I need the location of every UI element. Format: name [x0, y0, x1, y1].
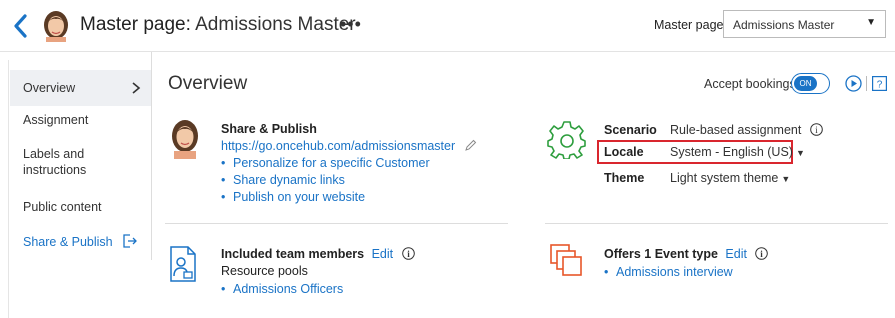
more-options-icon[interactable]: •••	[340, 14, 362, 35]
locale-label: Locale	[604, 145, 644, 159]
share-publish-title: Share & Publish	[221, 122, 317, 136]
sidebar-item-public-content[interactable]: Public content	[23, 199, 164, 215]
info-icon[interactable]: i	[755, 247, 769, 260]
share-arrow-icon	[123, 234, 138, 248]
resource-pool-list: Admissions Officers	[221, 281, 343, 298]
page-title-prefix: Master page:	[80, 14, 196, 35]
booking-url-link[interactable]: https://go.oncehub.com/admissionsmaster	[221, 139, 455, 153]
avatar	[172, 120, 198, 159]
svg-text:?: ?	[877, 80, 883, 91]
scenario-value-text: Rule-based assignment	[670, 123, 802, 137]
page-header: Master page: Admissions Master ••• Maste…	[0, 0, 895, 52]
list-item[interactable]: Publish on your website	[221, 189, 430, 206]
sidebar-divider	[151, 52, 152, 260]
master-page-select-value: Admissions Master	[733, 18, 835, 32]
theme-label: Theme	[604, 171, 645, 185]
chevron-right-icon	[132, 82, 141, 94]
list-item[interactable]: Share dynamic links	[221, 172, 430, 189]
sidebar-item-label: Public content	[23, 200, 102, 214]
scenario-label: Scenario	[604, 123, 657, 137]
page-title: Master page: Admissions Master	[80, 14, 356, 36]
avatar	[44, 11, 68, 42]
locale-value: System - English (US)	[670, 145, 793, 159]
help-icon[interactable]: ?	[872, 76, 887, 91]
list-item[interactable]: Admissions interview	[604, 264, 733, 281]
edit-team-link[interactable]: Edit	[372, 247, 394, 261]
scenario-value: Rule-based assignment i	[670, 123, 823, 137]
info-icon[interactable]: i	[810, 123, 823, 136]
theme-value: Light system theme	[670, 171, 779, 185]
booking-page-url[interactable]: https://go.oncehub.com/admissionsmaster	[221, 139, 477, 153]
page-title-name: Admissions Master	[195, 14, 356, 35]
divider	[545, 223, 888, 224]
dropdown-arrow-icon: ▼	[795, 148, 805, 158]
svg-text:i: i	[761, 249, 764, 259]
sidebar-item-labels-and-instructions[interactable]: Labels and instructions	[23, 146, 133, 178]
svg-text:i: i	[407, 249, 410, 259]
resource-pools-label: Resource pools	[221, 264, 308, 278]
gear-icon	[547, 121, 586, 159]
dropdown-arrow-icon: ▼	[781, 174, 791, 184]
theme-dropdown[interactable]: Light system theme ▼	[670, 171, 790, 185]
back-chevron-icon[interactable]	[10, 13, 32, 39]
sidebar-item-label: Assignment	[23, 113, 89, 127]
toggle-on-label: ON	[794, 76, 817, 91]
edit-events-link[interactable]: Edit	[725, 247, 747, 261]
dropdown-arrow-icon: ▼	[866, 17, 876, 28]
pencil-icon[interactable]	[464, 139, 477, 152]
team-members-title: Included team members Edit i	[221, 247, 415, 261]
divider	[165, 223, 508, 224]
sidebar-item-overview[interactable]: Overview	[10, 70, 151, 106]
master-page-select[interactable]: Admissions Master ▼	[723, 10, 886, 38]
list-item[interactable]: Admissions Officers	[221, 281, 343, 298]
play-circle-icon[interactable]	[845, 75, 862, 92]
accept-bookings-toggle[interactable]: ON	[791, 73, 830, 94]
share-publish-links: Personalize for a specific Customer Shar…	[221, 155, 430, 206]
team-document-icon	[170, 246, 196, 282]
master-page-label: Master page	[654, 18, 724, 32]
sidebar-item-assignment[interactable]: Assignment	[23, 112, 164, 128]
locale-dropdown[interactable]: System - English (US) ▼	[670, 145, 805, 159]
left-border	[8, 60, 9, 318]
event-types-title: Offers 1 Event type Edit i	[604, 247, 769, 261]
event-types-list: Admissions interview	[604, 264, 733, 281]
list-item[interactable]: Personalize for a specific Customer	[221, 155, 430, 172]
event-types-heading: Offers 1 Event type	[604, 247, 718, 261]
sidebar-item-label: Overview	[23, 81, 76, 95]
divider	[866, 76, 867, 91]
event-types-icon	[550, 244, 582, 276]
sidebar-item-label: Labels and instructions	[23, 147, 87, 177]
overview-title: Overview	[168, 73, 248, 94]
svg-text:i: i	[815, 125, 818, 135]
accept-bookings-label: Accept bookings	[704, 77, 796, 91]
team-members-heading: Included team members	[221, 247, 365, 261]
info-icon[interactable]: i	[401, 247, 415, 260]
sidebar-item-share-publish[interactable]: Share & Publish	[23, 234, 164, 250]
sidebar-item-label: Share & Publish	[23, 235, 113, 249]
